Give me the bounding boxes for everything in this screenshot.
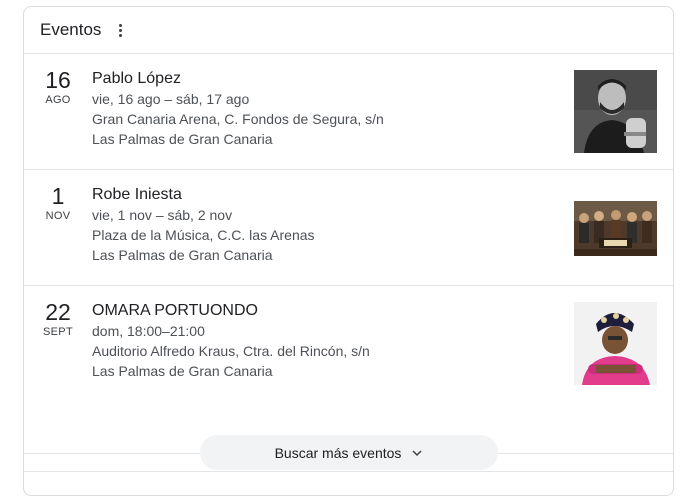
event-day: 1 [51,183,65,209]
event-info: Robe Iniesta vie, 1 nov – sáb, 2 nov Pla… [92,185,562,265]
pablo-lopez-photo[interactable] [574,70,657,153]
robe-band-photo[interactable] [574,186,657,269]
events-title: Eventos [40,20,102,39]
event-city: Las Palmas de Gran Canaria [92,131,273,147]
event-month: SEPT [43,326,73,338]
event-item[interactable]: 16 AGO Pablo López vie, 16 ago – sáb, 17… [24,54,673,170]
more-events-bar: Buscar más eventos [24,435,673,472]
event-city: Las Palmas de Gran Canaria [92,247,273,263]
more-events-label: Buscar más eventos [274,444,402,461]
event-month: NOV [45,210,71,222]
event-title[interactable]: Robe Iniesta [92,185,562,205]
event-dates: vie, 16 ago – sáb, 17 ago [92,91,250,107]
event-day: 16 [45,67,71,93]
event-title[interactable]: OMARA PORTUONDO [92,301,562,321]
event-item[interactable]: 1 NOV Robe Iniesta vie, 1 nov – sáb, 2 n… [24,170,673,286]
event-date: 16 AGO [32,67,84,106]
event-venue: Gran Canaria Arena, C. Fondos de Segura,… [92,111,384,127]
event-info: OMARA PORTUONDO dom, 18:00–21:00 Auditor… [92,301,562,381]
events-card: Eventos 16 AGO Pablo López vie, 16 ago –… [23,6,674,496]
event-date: 22 SEPT [32,299,84,338]
omara-portuondo-photo[interactable] [574,302,657,385]
event-date: 1 NOV [32,183,84,222]
event-dates: vie, 1 nov – sáb, 2 nov [92,207,233,223]
chevron-down-icon [412,449,422,456]
more-events-button[interactable]: Buscar más eventos [200,435,498,470]
events-header: Eventos [24,7,673,54]
event-info: Pablo López vie, 16 ago – sáb, 17 ago Gr… [92,69,562,149]
more-vert-icon[interactable] [113,21,127,39]
event-venue: Auditorio Alfredo Kraus, Ctra. del Rincó… [92,343,370,359]
event-city: Las Palmas de Gran Canaria [92,363,273,379]
event-month: AGO [45,94,71,106]
event-day: 22 [45,299,71,325]
event-item[interactable]: 22 SEPT OMARA PORTUONDO dom, 18:00–21:00… [24,286,673,402]
event-title[interactable]: Pablo López [92,69,562,89]
event-venue: Plaza de la Música, C.C. las Arenas [92,227,315,243]
event-dates: dom, 18:00–21:00 [92,323,205,339]
